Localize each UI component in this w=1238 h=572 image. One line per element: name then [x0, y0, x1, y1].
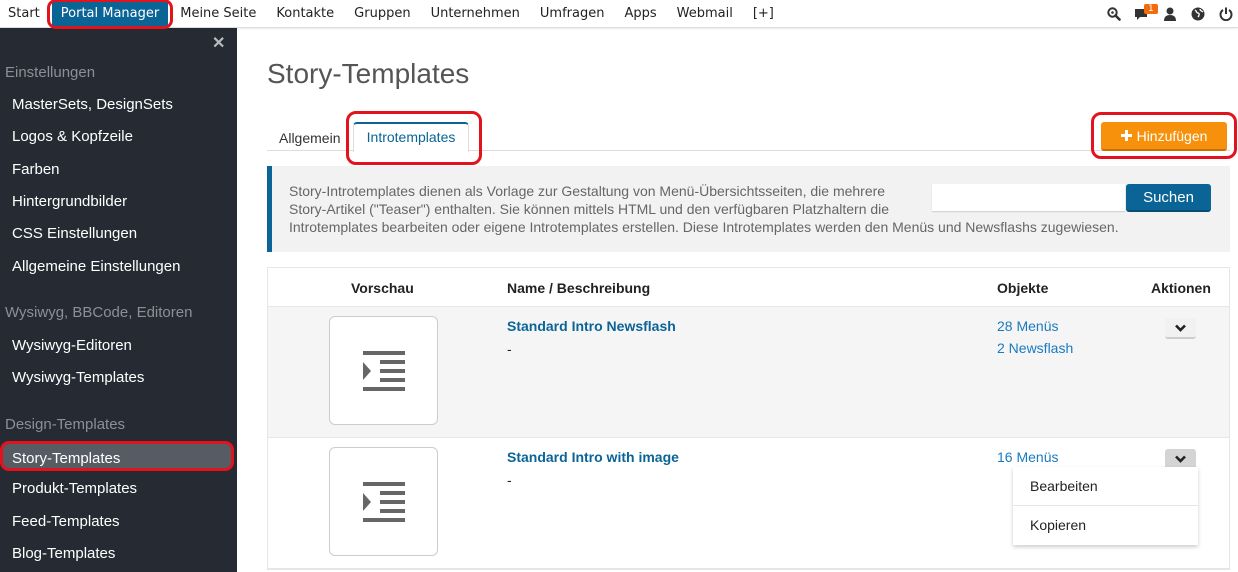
table-row: Standard Intro with image - 16 Menüs Bea… — [268, 438, 1229, 569]
info-box: Story-Introtemplates dienen als Vorlage … — [267, 166, 1230, 252]
sidebar-item-story-templates[interactable]: Story-Templates — [0, 441, 234, 471]
sidebar-item-logos[interactable]: Logos & Kopfzeile — [12, 128, 133, 145]
info-line: Story-Introtemplates dienen als Vorlage … — [289, 183, 886, 199]
sidebar-item-farben[interactable]: Farben — [12, 161, 60, 178]
highlight-annotation — [346, 111, 482, 165]
table-row: Standard Intro Newsflash - 28 Menüs 2 Ne… — [268, 307, 1229, 438]
sidebar-item-wysiwyg-editoren[interactable]: Wysiwyg-Editoren — [12, 337, 132, 354]
menu-item-kopieren[interactable]: Kopieren — [1013, 505, 1198, 543]
nav-start[interactable]: Start — [0, 0, 50, 28]
nav-umfragen[interactable]: Umfragen — [530, 0, 615, 28]
power-icon[interactable] — [1214, 0, 1238, 28]
sidebar-item-mastersets[interactable]: MasterSets, DesignSets — [12, 96, 173, 113]
column-header-vorschau: Vorschau — [351, 280, 414, 296]
sidebar-item-allgemeine-einstellungen[interactable]: Allgemeine Einstellungen — [12, 258, 180, 275]
chevron-down-icon — [1175, 455, 1186, 463]
search-icon[interactable] — [1102, 0, 1126, 28]
column-header-name: Name / Beschreibung — [507, 280, 651, 296]
search-input[interactable] — [932, 184, 1125, 211]
template-preview[interactable] — [329, 316, 438, 425]
template-preview[interactable] — [329, 447, 438, 556]
table-header: Vorschau Name / Beschreibung Objekte Akt… — [268, 268, 1229, 307]
chevron-down-icon — [1175, 324, 1186, 332]
nav-portal-manager[interactable]: Portal Manager — [46, 0, 174, 29]
sidebar-item-produkt-templates[interactable]: Produkt-Templates — [12, 480, 137, 497]
sidebar-item-blog-templates[interactable]: Blog-Templates — [12, 545, 115, 562]
actions-dropdown-button[interactable] — [1165, 318, 1196, 339]
page-title: Story-Templates — [267, 58, 470, 89]
indent-icon — [362, 481, 405, 522]
tab-allgemein[interactable]: Allgemein — [279, 130, 340, 146]
nav-unternehmen[interactable]: Unternehmen — [421, 0, 530, 28]
objects-link[interactable]: 16 Menüs — [997, 449, 1058, 465]
templates-table: Vorschau Name / Beschreibung Objekte Akt… — [267, 267, 1230, 570]
close-icon[interactable]: ✕ — [212, 33, 225, 53]
nav-gruppen[interactable]: Gruppen — [344, 0, 420, 28]
nav-more[interactable]: [+] — [743, 0, 784, 28]
template-name-link[interactable]: Standard Intro Newsflash — [507, 318, 676, 334]
sidebar-section-design-templates: Design-Templates — [5, 416, 126, 433]
column-header-objekte: Objekte — [997, 280, 1049, 296]
search-button[interactable]: Suchen — [1126, 184, 1211, 212]
sidebar-item-hintergrundbilder[interactable]: Hintergrundbilder — [12, 193, 127, 210]
messages-badge: 1 — [1144, 4, 1158, 14]
objects-link[interactable]: 28 Menüs — [997, 318, 1058, 334]
nav-kontakte[interactable]: Kontakte — [266, 0, 344, 28]
info-line: Introtemplates bearbeiten oder eigene In… — [289, 219, 1119, 235]
nav-webmail[interactable]: Webmail — [667, 0, 743, 28]
nav-meine-seite[interactable]: Meine Seite — [170, 0, 266, 28]
indent-icon — [362, 350, 405, 391]
sidebar: ✕ Einstellungen MasterSets, DesignSets L… — [0, 28, 237, 572]
nav-apps[interactable]: Apps — [614, 0, 666, 28]
messages-icon[interactable]: 1 — [1130, 0, 1158, 28]
sidebar-section-einstellungen: Einstellungen — [5, 64, 96, 81]
objects-link[interactable]: 2 Newsflash — [997, 340, 1073, 356]
sidebar-section-wysiwyg: Wysiwyg, BBCode, Editoren — [5, 304, 193, 321]
template-description: - — [507, 472, 512, 488]
menu-item-bearbeiten[interactable]: Bearbeiten — [1013, 467, 1198, 505]
top-navigation: Start Portal Manager Meine Seite Kontakt… — [0, 0, 1238, 29]
globe-icon[interactable] — [1186, 0, 1210, 28]
sidebar-item-css-einstellungen[interactable]: CSS Einstellungen — [12, 225, 137, 242]
template-name-link[interactable]: Standard Intro with image — [507, 449, 679, 465]
user-icon[interactable] — [1158, 0, 1182, 28]
info-text: Story-Introtemplates dienen als Vorlage … — [289, 182, 1119, 236]
info-line: Story-Artikel ("Teaser") enthalten. Sie … — [289, 201, 890, 217]
template-description: - — [507, 341, 512, 357]
actions-dropdown-menu: Bearbeiten Kopieren — [1013, 467, 1198, 545]
sidebar-item-wysiwyg-templates[interactable]: Wysiwyg-Templates — [12, 369, 144, 386]
highlight-annotation — [1091, 112, 1237, 159]
top-icon-bar: 1 — [1098, 0, 1238, 28]
sidebar-item-feed-templates[interactable]: Feed-Templates — [12, 513, 120, 530]
column-header-aktionen: Aktionen — [1151, 280, 1211, 296]
